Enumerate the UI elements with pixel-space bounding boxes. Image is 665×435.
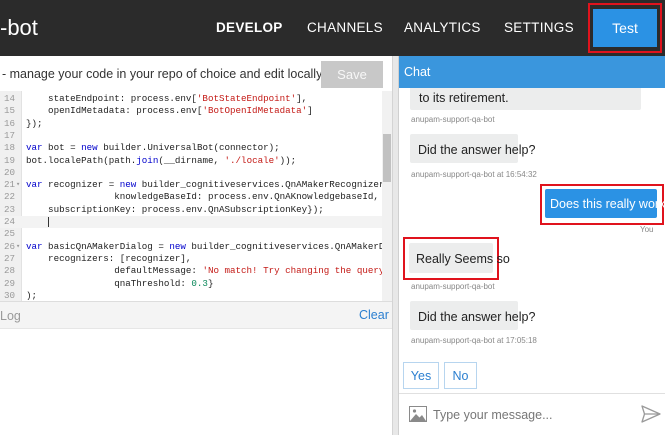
code-line: 23 subscriptionKey: process.env.QnASubsc… — [0, 204, 382, 216]
fold-toggle-icon[interactable]: ▾ — [16, 241, 20, 253]
line-number: 25 — [3, 228, 15, 240]
line-number: 17 — [3, 129, 15, 141]
log-output — [0, 329, 392, 435]
save-button[interactable]: Save — [321, 61, 383, 88]
line-number: 15 — [3, 105, 15, 117]
code-line: 29 qnaThreshold: 0.3} — [0, 278, 382, 290]
text-cursor — [48, 216, 50, 227]
log-header: Log Clear — [0, 301, 392, 329]
code-editor[interactable]: 14 stateEndpoint: process.env['BotStateE… — [0, 91, 392, 301]
message-timestamp: anupam-support-qa-bot at 17:05:18 — [411, 336, 537, 345]
code-line: 25 — [0, 228, 382, 240]
log-title: Log — [0, 309, 21, 323]
code-line: 22 knowledgeBaseId: process.env.QnAKnowl… — [0, 191, 382, 203]
bot-message-text: to its retirement. — [419, 91, 509, 105]
top-navigation-bar: -bot DEVELOP CHANNELS ANALYTICS SETTINGS… — [0, 0, 665, 56]
code-text: openIdMetadata: process.env['BotOpenIdMe… — [26, 105, 313, 117]
tab-analytics[interactable]: ANALYTICS — [404, 20, 481, 35]
line-number: 26 — [3, 240, 15, 252]
message-sender: anupam-support-qa-bot — [411, 115, 495, 124]
code-line: 21 ▾ var recognizer = new builder_cognitiv… — [0, 179, 392, 191]
bot-message: Did the answer help? — [410, 134, 535, 163]
code-text: var basicQnAMakerDialog = new builder_co… — [26, 240, 392, 252]
message-sender: You — [640, 225, 654, 234]
chat-panel: Chat to its retirement. anupam-support-q… — [398, 56, 665, 435]
code-text: var bot = new builder.UniversalBot(conne… — [26, 142, 280, 154]
code-line: 14 stateEndpoint: process.env['BotStateE… — [0, 93, 382, 105]
message-timestamp: anupam-support-qa-bot at 16:54:32 — [411, 170, 537, 179]
chat-header: Chat — [399, 56, 665, 88]
tab-develop[interactable]: DEVELOP — [216, 20, 283, 35]
line-number: 24 — [3, 216, 15, 227]
code-text: }); — [26, 117, 43, 129]
code-text: bot.localePath(path.join(__dirname, './l… — [26, 154, 297, 166]
scrollbar-thumb[interactable] — [383, 134, 391, 182]
bot-message-text: Did the answer help? — [418, 143, 536, 157]
clear-log-link[interactable]: Clear — [359, 308, 389, 322]
code-text — [26, 216, 50, 228]
code-line: 27 recognizers: [recognizer], — [0, 253, 382, 265]
line-number: 19 — [3, 154, 15, 166]
line-number: 18 — [3, 142, 15, 154]
line-number: 23 — [3, 203, 15, 215]
code-text: stateEndpoint: process.env['BotStateEndp… — [26, 93, 308, 104]
code-line: 18 var bot = new builder.UniversalBot(con… — [0, 142, 382, 154]
line-number: 21 — [3, 179, 15, 191]
chat-input-bar — [399, 393, 665, 435]
test-button[interactable]: Test — [593, 9, 657, 47]
code-editor-panel: - manage your code in your repo of choic… — [0, 56, 392, 435]
bot-message: Did the answer help? — [410, 301, 535, 330]
code-text: subscriptionKey: process.env.QnASubscrip… — [26, 203, 324, 215]
message-list[interactable]: to its retirement. anupam-support-qa-bot… — [399, 88, 665, 358]
code-text: var recognizer = new builder_cognitivese… — [26, 179, 392, 191]
bot-message-text: Did the answer help? — [418, 310, 536, 324]
code-text: ); — [26, 289, 38, 301]
message-sender: anupam-support-qa-bot — [411, 282, 495, 291]
editor-header: - manage your code in your repo of choic… — [0, 56, 392, 91]
code-line: 17 — [0, 130, 382, 142]
no-button[interactable]: No — [444, 362, 477, 389]
code-text: qnaThreshold: 0.3} — [26, 277, 214, 289]
line-number: 29 — [3, 277, 15, 289]
tab-channels[interactable]: CHANNELS — [307, 20, 383, 35]
bot-message: to its retirement. — [410, 88, 641, 110]
user-message-text: Does this really work? — [550, 197, 665, 211]
editor-vertical-scrollbar[interactable] — [382, 91, 392, 301]
fold-toggle-icon[interactable]: ▾ — [16, 179, 20, 191]
bot-message: Really Seems so — [409, 243, 510, 273]
editor-description: - manage your code in your repo of choic… — [2, 67, 325, 81]
line-number: 27 — [3, 252, 15, 264]
code-line: 30); — [0, 290, 382, 301]
user-message: Does this really work? — [545, 189, 665, 218]
message-input[interactable] — [433, 404, 633, 426]
line-number: 16 — [3, 117, 15, 129]
app-brand: -bot — [0, 15, 38, 40]
code-text: knowledgeBaseId: process.env.QnAKnowledg… — [26, 191, 379, 203]
code-text: recognizers: [recognizer], — [26, 252, 192, 264]
tab-settings[interactable]: SETTINGS — [504, 20, 574, 35]
code-line: 16}); — [0, 118, 382, 130]
yes-button[interactable]: Yes — [403, 362, 439, 389]
chat-title: Chat — [404, 65, 431, 79]
code-line: 20 — [0, 167, 382, 179]
code-line: 28 defaultMessage: 'No match! Try changi… — [0, 265, 392, 277]
line-number: 30 — [3, 289, 15, 301]
send-icon[interactable] — [641, 405, 661, 423]
line-number: 20 — [3, 166, 15, 178]
code-line: 19 bot.localePath(path.join(__dirname, '.… — [0, 155, 382, 167]
bot-message-text: Really Seems so — [416, 252, 510, 266]
line-number: 28 — [3, 265, 15, 277]
code-line: 24 — [0, 216, 382, 229]
line-number: 22 — [3, 191, 15, 203]
code-text: defaultMessage: 'No match! Try changing … — [26, 265, 392, 277]
code-line: 26 ▾ var basicQnAMakerDialog = new builder… — [0, 240, 392, 253]
image-icon[interactable] — [409, 406, 427, 422]
code-line: 15 openIdMetadata: process.env['BotOpenI… — [0, 105, 382, 117]
line-number: 14 — [3, 93, 15, 104]
